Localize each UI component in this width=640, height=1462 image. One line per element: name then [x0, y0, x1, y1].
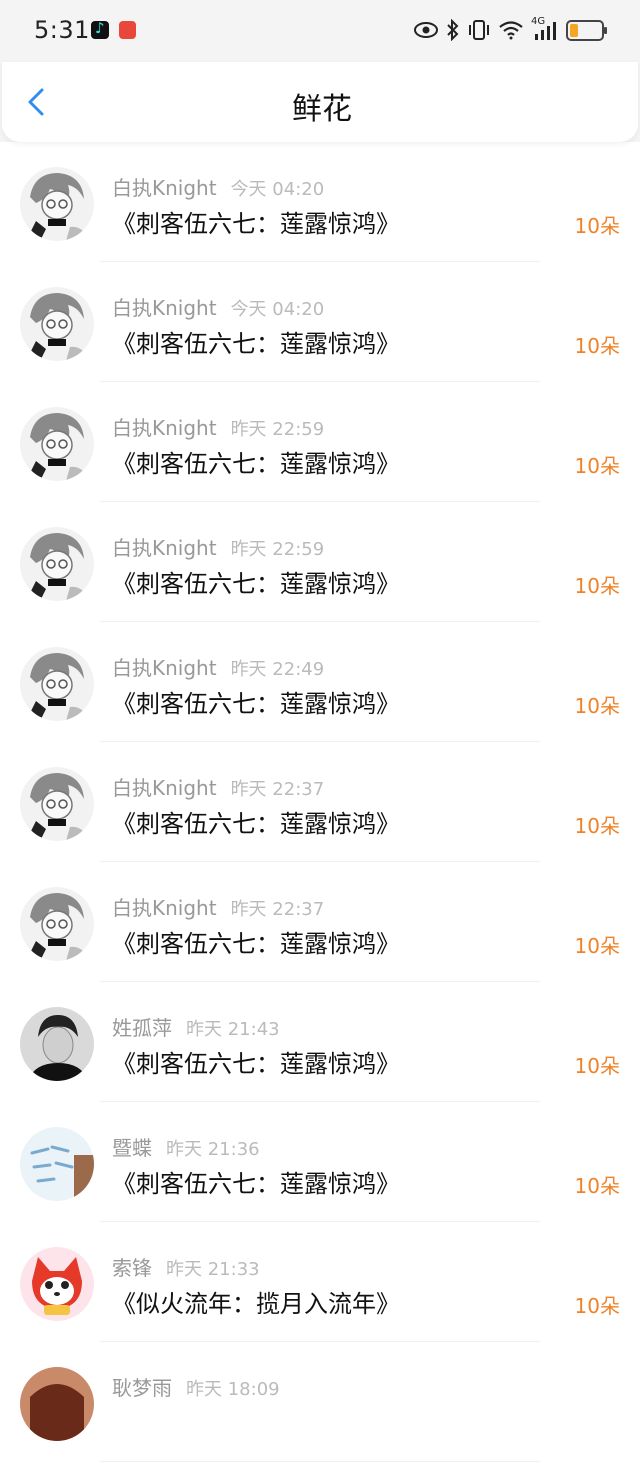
book-title: 《刺客伍六七：莲露惊鸿》	[112, 1050, 400, 1078]
username[interactable]: 白执Knight 昨天 22:37	[112, 772, 324, 801]
list-item[interactable]: 白执Knight 昨天 22:59 《刺客伍六七：莲露惊鸿》 10朵	[0, 382, 640, 502]
username[interactable]: 索锋 昨天 21:33	[112, 1252, 260, 1281]
timestamp: 今天 04:20	[230, 179, 325, 200]
username[interactable]: 暨蝶 昨天 21:36	[112, 1132, 260, 1161]
list-item[interactable]: 耿梦雨 昨天 18:09	[0, 1342, 640, 1462]
list-item[interactable]: 白执Knight 昨天 22:37 《刺客伍六七：莲露惊鸿》 10朵	[0, 742, 640, 862]
timestamp: 今天 04:20	[230, 299, 325, 320]
avatar[interactable]	[20, 1367, 94, 1441]
flower-quantity: 10朵	[574, 1174, 620, 1198]
username-text: 白执Knight	[112, 656, 217, 680]
book-title: 《刺客伍六七：莲露惊鸿》	[112, 690, 400, 718]
avatar[interactable]	[20, 1127, 94, 1201]
flower-quantity: 10朵	[574, 334, 620, 358]
flower-quantity: 10朵	[574, 214, 620, 238]
book-title: 《刺客伍六七：莲露惊鸿》	[112, 330, 400, 358]
nav-bar-card: 鲜花	[2, 62, 638, 142]
book-title: 《刺客伍六七：莲露惊鸿》	[112, 810, 400, 838]
username[interactable]: 白执Knight 今天 04:20	[112, 292, 324, 321]
avatar[interactable]	[20, 647, 94, 721]
list-item[interactable]: 索锋 昨天 21:33 《似火流年：揽月入流年》 10朵	[0, 1222, 640, 1342]
timestamp: 昨天 22:49	[230, 659, 325, 680]
list-item[interactable]: 白执Knight 今天 04:20 《刺客伍六七：莲露惊鸿》 10朵	[0, 142, 640, 262]
username[interactable]: 白执Knight 昨天 22:37	[112, 892, 324, 921]
username-text: 白执Knight	[112, 536, 217, 560]
list-item[interactable]: 白执Knight 昨天 22:59 《刺客伍六七：莲露惊鸿》 10朵	[0, 502, 640, 622]
battery-icon	[566, 19, 607, 41]
list-item[interactable]: 白执Knight 今天 04:20 《刺客伍六七：莲露惊鸿》 10朵	[0, 262, 640, 382]
timestamp: 昨天 21:43	[186, 1019, 280, 1040]
signal-icon: 4G	[531, 16, 559, 41]
tiktok-icon	[91, 19, 109, 39]
username[interactable]: 白执Knight 今天 04:20	[112, 172, 324, 201]
avatar[interactable]	[20, 287, 94, 361]
flower-quantity: 10朵	[574, 934, 620, 958]
list-item[interactable]: 白执Knight 昨天 22:49 《刺客伍六七：莲露惊鸿》 10朵	[0, 622, 640, 742]
book-title: 《刺客伍六七：莲露惊鸿》	[112, 930, 400, 958]
flower-quantity: 10朵	[574, 1294, 620, 1318]
username-text: 白执Knight	[112, 776, 217, 800]
book-title: 《刺客伍六七：莲露惊鸿》	[112, 570, 400, 598]
username[interactable]: 白执Knight 昨天 22:59	[112, 412, 324, 441]
flower-quantity: 10朵	[574, 814, 620, 838]
timestamp: 昨天 18:09	[186, 1379, 280, 1400]
timestamp: 昨天 22:59	[230, 419, 325, 440]
avatar[interactable]	[20, 167, 94, 241]
avatar[interactable]	[20, 887, 94, 961]
timestamp: 昨天 21:33	[166, 1259, 260, 1280]
timestamp: 昨天 21:36	[166, 1139, 260, 1160]
avatar[interactable]	[20, 767, 94, 841]
flower-quantity: 10朵	[574, 574, 620, 598]
username[interactable]: 白执Knight 昨天 22:49	[112, 652, 324, 681]
status-time: 5:31	[34, 16, 90, 44]
timestamp: 昨天 22:37	[230, 899, 325, 920]
username[interactable]: 姓孤萍 昨天 21:43	[112, 1012, 280, 1041]
status-bar: 5:31 4G	[0, 0, 640, 62]
flower-quantity: 10朵	[574, 454, 620, 478]
app-notification-icon	[119, 21, 136, 39]
username-text: 暨蝶	[112, 1136, 152, 1160]
book-title: 《刺客伍六七：莲露惊鸿》	[112, 210, 400, 238]
wifi-icon	[499, 21, 523, 40]
book-title: 《刺客伍六七：莲露惊鸿》	[112, 450, 400, 478]
username-text: 白执Knight	[112, 176, 217, 200]
list-item[interactable]: 白执Knight 昨天 22:37 《刺客伍六七：莲露惊鸿》 10朵	[0, 862, 640, 982]
avatar[interactable]	[20, 1007, 94, 1081]
book-title: 《刺客伍六七：莲露惊鸿》	[112, 1170, 400, 1198]
book-title: 《似火流年：揽月入流年》	[112, 1290, 400, 1318]
username-text: 姓孤萍	[112, 1016, 172, 1040]
list-item[interactable]: 姓孤萍 昨天 21:43 《刺客伍六七：莲露惊鸿》 10朵	[0, 982, 640, 1102]
username-text: 索锋	[112, 1256, 152, 1280]
username-text: 白执Knight	[112, 416, 217, 440]
nav-bar: 鲜花	[0, 62, 640, 142]
eye-icon	[414, 22, 438, 38]
flower-quantity: 10朵	[574, 694, 620, 718]
avatar[interactable]	[20, 407, 94, 481]
username-text: 白执Knight	[112, 896, 217, 920]
page-title: 鲜花	[292, 92, 352, 127]
timestamp: 昨天 22:37	[230, 779, 325, 800]
username-text: 耿梦雨	[112, 1376, 172, 1400]
flower-list: 白执Knight 今天 04:20 《刺客伍六七：莲露惊鸿》 10朵 白执Knig…	[0, 142, 640, 1462]
vibrate-icon	[469, 20, 489, 40]
username[interactable]: 白执Knight 昨天 22:59	[112, 532, 324, 561]
bluetooth-icon	[447, 19, 459, 41]
list-item[interactable]: 暨蝶 昨天 21:36 《刺客伍六七：莲露惊鸿》 10朵	[0, 1102, 640, 1222]
avatar[interactable]	[20, 1247, 94, 1321]
avatar[interactable]	[20, 527, 94, 601]
status-icons: 4G	[413, 16, 607, 44]
flower-quantity: 10朵	[574, 1054, 620, 1078]
username-text: 白执Knight	[112, 296, 217, 320]
timestamp: 昨天 22:59	[230, 539, 325, 560]
